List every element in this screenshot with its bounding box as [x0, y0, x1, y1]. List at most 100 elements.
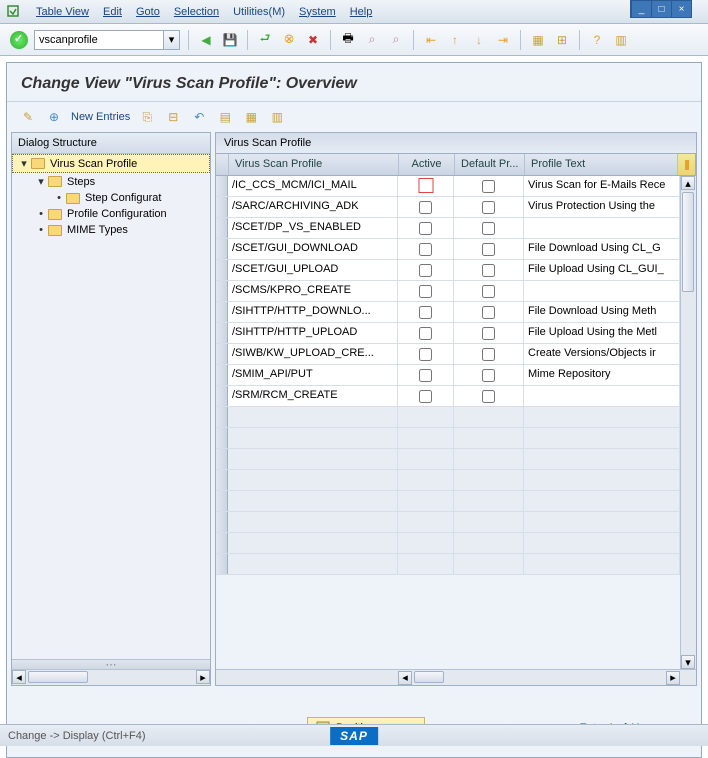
col-header-text[interactable]: Profile Text: [525, 154, 678, 175]
checkbox[interactable]: [418, 178, 433, 193]
cell-active[interactable]: [398, 218, 454, 238]
row-selector[interactable]: [216, 176, 228, 196]
cell-active[interactable]: [398, 386, 454, 406]
col-header-default[interactable]: Default Pr...: [455, 154, 525, 175]
grid-v-scrollbar[interactable]: ▴ ▾: [680, 176, 696, 669]
cell-text[interactable]: File Upload Using the Metl: [524, 323, 680, 343]
cell-active[interactable]: [398, 344, 454, 364]
menu-help[interactable]: Help: [350, 6, 373, 18]
scroll-left-icon[interactable]: ◂: [12, 670, 26, 684]
cell-default[interactable]: [454, 323, 524, 343]
cell-profile[interactable]: /SRM/RCM_CREATE: [228, 386, 398, 406]
row-selector-header[interactable]: [216, 154, 229, 175]
last-page-icon[interactable]: ⇥: [494, 31, 512, 49]
cell-profile[interactable]: /SMIM_API/PUT: [228, 365, 398, 385]
bullet-icon[interactable]: •: [36, 208, 46, 220]
cell-default[interactable]: [454, 365, 524, 385]
cell-default[interactable]: [454, 260, 524, 280]
table-row[interactable]: /SRM/RCM_CREATE: [216, 386, 696, 407]
cell-profile[interactable]: /SARC/ARCHIVING_ADK: [228, 197, 398, 217]
collapse-icon[interactable]: ▾: [36, 175, 46, 188]
table-row[interactable]: /SCMS/KPRO_CREATE: [216, 281, 696, 302]
cell-active[interactable]: [398, 239, 454, 259]
layout-icon[interactable]: ▥: [612, 31, 630, 49]
tree-item[interactable]: •Step Configurat: [12, 190, 210, 206]
select-all-icon[interactable]: ▤: [216, 108, 234, 126]
cell-profile[interactable]: /SCET/GUI_DOWNLOAD: [228, 239, 398, 259]
cell-profile[interactable]: /SIHTTP/HTTP_UPLOAD: [228, 323, 398, 343]
cell-profile[interactable]: /SIWB/KW_UPLOAD_CRE...: [228, 344, 398, 364]
next-page-icon[interactable]: ↓: [470, 31, 488, 49]
cell-text[interactable]: Create Versions/Objects ir: [524, 344, 680, 364]
row-selector[interactable]: [216, 260, 228, 280]
cell-text[interactable]: File Upload Using CL_GUI_: [524, 260, 680, 280]
find-icon[interactable]: ⌕: [363, 31, 381, 49]
exit-icon[interactable]: ⮿: [280, 31, 298, 49]
configure-columns-icon[interactable]: [678, 154, 696, 175]
checkbox[interactable]: [482, 390, 495, 403]
table-row[interactable]: /SMIM_API/PUT Mime Repository: [216, 365, 696, 386]
tree-item[interactable]: ▾Virus Scan Profile: [12, 154, 210, 173]
checkbox[interactable]: [482, 327, 495, 340]
undo-icon[interactable]: ↶: [190, 108, 208, 126]
scroll-down-icon[interactable]: ▾: [681, 655, 695, 669]
cell-active[interactable]: [398, 197, 454, 217]
back-button[interactable]: ⮐: [256, 31, 274, 49]
cell-active[interactable]: [398, 302, 454, 322]
cell-profile[interactable]: /SCET/GUI_UPLOAD: [228, 260, 398, 280]
cell-text[interactable]: Mime Repository: [524, 365, 680, 385]
cell-active[interactable]: [398, 176, 454, 196]
row-selector[interactable]: [216, 365, 228, 385]
cell-profile[interactable]: /IC_CCS_MCM/ICI_MAIL: [228, 176, 398, 196]
checkbox[interactable]: [482, 369, 495, 382]
checkbox[interactable]: [482, 348, 495, 361]
shortcut-icon[interactable]: ⊞: [553, 31, 571, 49]
cell-text[interactable]: File Download Using Meth: [524, 302, 680, 322]
cell-default[interactable]: [454, 302, 524, 322]
scroll-thumb[interactable]: [28, 671, 88, 683]
new-entries-button[interactable]: New Entries: [71, 111, 130, 123]
cell-profile[interactable]: /SIHTTP/HTTP_DOWNLO...: [228, 302, 398, 322]
cell-text[interactable]: [524, 218, 680, 238]
maximize-button[interactable]: □: [651, 1, 671, 17]
copy-icon[interactable]: ⎘: [138, 108, 156, 126]
scroll-up-icon[interactable]: ▴: [681, 176, 695, 190]
cell-text[interactable]: [524, 281, 680, 301]
cell-active[interactable]: [398, 260, 454, 280]
expand-icon[interactable]: ⊕: [45, 108, 63, 126]
row-selector[interactable]: [216, 323, 228, 343]
checkbox[interactable]: [419, 222, 432, 235]
menu-table-view[interactable]: Table View: [36, 6, 89, 18]
menu-expand-icon[interactable]: [6, 4, 22, 20]
enter-button[interactable]: [10, 31, 28, 49]
cell-profile[interactable]: /SCET/DP_VS_ENABLED: [228, 218, 398, 238]
table-row[interactable]: /SARC/ARCHIVING_ADK Virus Protection Usin…: [216, 197, 696, 218]
cell-text[interactable]: [524, 386, 680, 406]
tree-item[interactable]: •Profile Configuration: [12, 206, 210, 222]
table-row[interactable]: /SIHTTP/HTTP_DOWNLO... File Download Usin…: [216, 302, 696, 323]
deselect-all-icon[interactable]: ▥: [268, 108, 286, 126]
cell-default[interactable]: [454, 344, 524, 364]
checkbox[interactable]: [419, 201, 432, 214]
new-session-icon[interactable]: ▦: [529, 31, 547, 49]
table-row[interactable]: /SCET/GUI_DOWNLOADFile Download Using CL…: [216, 239, 696, 260]
row-selector[interactable]: [216, 302, 228, 322]
menu-edit[interactable]: Edit: [103, 6, 122, 18]
tree-item[interactable]: ▾Steps: [12, 173, 210, 190]
cell-active[interactable]: [398, 365, 454, 385]
menu-goto[interactable]: Goto: [136, 6, 160, 18]
cell-active[interactable]: [398, 281, 454, 301]
cell-text[interactable]: Virus Protection Using the: [524, 197, 680, 217]
col-header-active[interactable]: Active: [399, 154, 455, 175]
cell-default[interactable]: [454, 218, 524, 238]
tree-item[interactable]: •MIME Types: [12, 222, 210, 238]
cell-default[interactable]: [454, 176, 524, 196]
cell-default[interactable]: [454, 197, 524, 217]
delete-icon[interactable]: ⊟: [164, 108, 182, 126]
grid-h-scrollbar[interactable]: ◂ ▸: [216, 669, 696, 685]
minimize-button[interactable]: _: [631, 1, 651, 17]
table-row[interactable]: /SIWB/KW_UPLOAD_CRE... Create Versions/Ob…: [216, 344, 696, 365]
row-selector[interactable]: [216, 239, 228, 259]
checkbox[interactable]: [419, 327, 432, 340]
tree-resizer[interactable]: ⋯: [12, 659, 210, 669]
